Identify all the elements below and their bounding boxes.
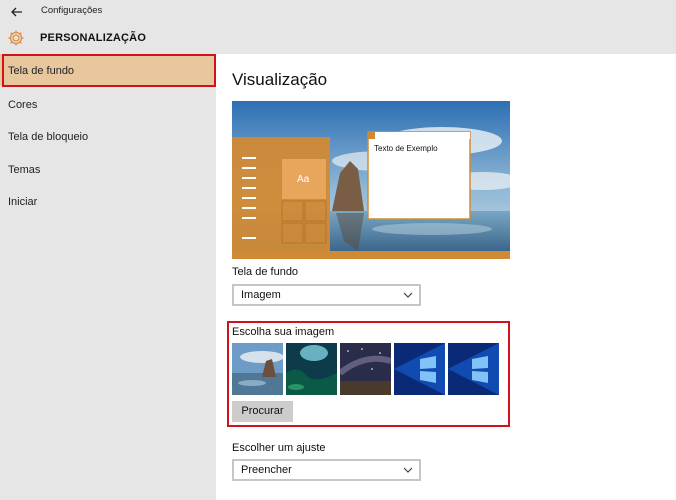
sidebar-item-label: Tela de fundo [8, 65, 75, 77]
thumbnail-underwater[interactable] [286, 343, 337, 395]
sidebar-item-label: Cores [8, 99, 38, 111]
sidebar-item-label: Iniciar [8, 196, 38, 208]
preview-window-text: Texto de Exemplo [374, 144, 438, 153]
preview-heading: Visualização [232, 70, 328, 89]
sidebar-item-iniciar[interactable]: Iniciar [0, 185, 216, 217]
fit-label: Escolher um ajuste [232, 442, 326, 454]
section-header: PERSONALIZAÇÃO [0, 24, 676, 54]
background-dropdown-value: Imagem [241, 289, 281, 301]
sidebar-item-tela-de-bloqueio[interactable]: Tela de bloqueio [0, 120, 216, 152]
wallpaper-preview: Aa Texto de Exemplo [232, 101, 510, 259]
sidebar-item-label: Tela de bloqueio [8, 131, 89, 143]
fit-dropdown-value: Preencher [241, 464, 292, 476]
thumbnail-windows-logo[interactable] [448, 343, 499, 395]
chevron-down-icon [403, 467, 413, 473]
page-title: PERSONALIZAÇÃO [40, 32, 147, 44]
chevron-down-icon [403, 292, 413, 298]
thumbnail-beach-rock[interactable] [232, 343, 283, 395]
window-title: Configurações [41, 5, 103, 16]
thumbnail-windows-logo[interactable] [394, 343, 445, 395]
choose-image-label: Escolha sua imagem [232, 326, 335, 338]
title-bar: Configurações [0, 0, 676, 24]
gear-icon [8, 30, 24, 46]
arrow-left-icon[interactable] [8, 3, 26, 21]
preview-tile-text: Aa [297, 174, 310, 185]
background-label: Tela de fundo [232, 266, 299, 278]
background-dropdown[interactable]: Imagem [232, 284, 421, 306]
sidebar-item-temas[interactable]: Temas [0, 153, 216, 185]
sidebar: Tela de fundo Cores Tela de bloqueio Tem… [0, 54, 216, 500]
thumbnail-night-sky[interactable] [340, 343, 391, 395]
sidebar-item-label: Temas [8, 164, 41, 176]
sidebar-item-cores[interactable]: Cores [0, 88, 216, 120]
browse-button[interactable]: Procurar [232, 401, 293, 422]
sidebar-item-tela-de-fundo[interactable]: Tela de fundo [0, 54, 216, 86]
fit-dropdown[interactable]: Preencher [232, 459, 421, 481]
